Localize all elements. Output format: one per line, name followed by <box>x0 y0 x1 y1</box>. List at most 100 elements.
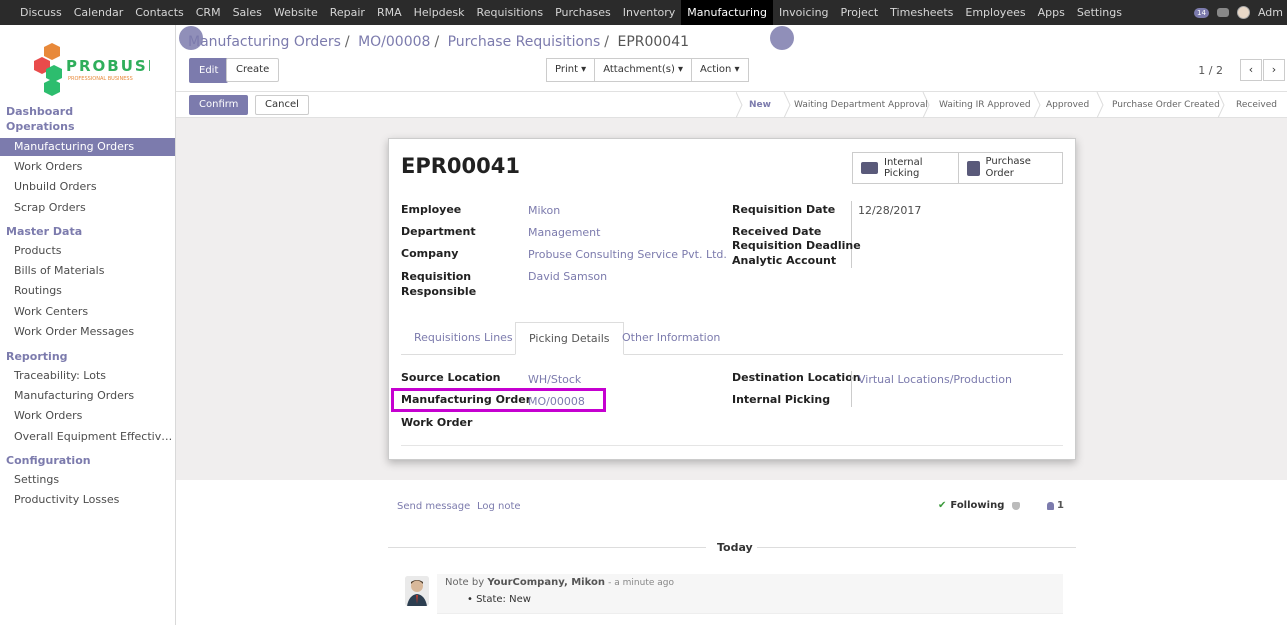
sidebar-item-manufacturing-orders[interactable]: Manufacturing Orders <box>0 138 175 156</box>
pager-previous-button[interactable]: ‹ <box>1240 59 1262 81</box>
sidebar-item-work-order-messages[interactable]: Work Order Messages <box>0 323 175 341</box>
department-label: Department <box>401 225 476 238</box>
pager-next-button[interactable]: › <box>1263 59 1285 81</box>
sidebar-item-unbuild-orders[interactable]: Unbuild Orders <box>0 178 175 196</box>
print-dropdown[interactable]: Print ▾ <box>546 58 596 82</box>
employee-label: Employee <box>401 203 462 216</box>
menu-discuss[interactable]: Discuss <box>14 0 68 25</box>
sidebar-item-routings[interactable]: Routings <box>0 282 175 300</box>
cancel-button[interactable]: Cancel <box>255 95 309 115</box>
sidebar-item-work-orders[interactable]: Work Orders <box>0 158 175 176</box>
create-button[interactable]: Create <box>226 58 280 82</box>
purchase-order-button[interactable]: Purchase Order <box>957 153 1063 183</box>
bell-icon[interactable] <box>1012 501 1021 510</box>
breadcrumb: Manufacturing Orders / MO/00008/ Purchase… <box>188 34 690 50</box>
menu-settings[interactable]: Settings <box>1071 0 1128 25</box>
sidebar-item-work-centers[interactable]: Work Centers <box>0 303 175 321</box>
section-operations[interactable]: Operations <box>6 120 75 133</box>
menu-rma[interactable]: RMA <box>371 0 408 25</box>
menu-invoicing[interactable]: Invoicing <box>773 0 835 25</box>
chatter-message: Note by YourCompany, Mikon - a minute ag… <box>437 574 1063 614</box>
breadcrumb-manufacturing-orders[interactable]: Manufacturing Orders <box>188 34 341 50</box>
section-configuration[interactable]: Configuration <box>6 454 91 467</box>
menu-apps[interactable]: Apps <box>1032 0 1071 25</box>
sidebar-item-traceability-lots[interactable]: Traceability: Lots <box>0 367 175 385</box>
breadcrumb-purchase-requisitions[interactable]: Purchase Requisitions <box>448 34 601 50</box>
internal-picking-button[interactable]: Internal Picking <box>853 153 958 183</box>
message-author[interactable]: YourCompany, Mikon <box>487 577 605 588</box>
user-avatar[interactable] <box>1236 6 1250 19</box>
action-dropdown[interactable]: Action ▾ <box>691 58 749 82</box>
menu-purchases[interactable]: Purchases <box>549 0 617 25</box>
stage-purchase-order-created[interactable]: Purchase Order Created <box>1112 92 1220 118</box>
stage-approved[interactable]: Approved <box>1046 92 1089 118</box>
menu-website[interactable]: Website <box>268 0 324 25</box>
confirm-button[interactable]: Confirm <box>189 95 249 115</box>
book-icon <box>966 160 980 176</box>
sidebar-item-bills-of-materials[interactable]: Bills of Materials <box>0 262 175 280</box>
tab-other-information[interactable]: Other Information <box>609 322 733 355</box>
user-name[interactable]: Adm <box>1258 6 1283 19</box>
pager-value[interactable]: 1 / 2 <box>1198 64 1223 77</box>
message-header: Note by YourCompany, Mikon - a minute ag… <box>445 577 674 588</box>
cursor-marker <box>179 26 203 50</box>
sidebar-item-scrap-orders[interactable]: Scrap Orders <box>0 199 175 217</box>
company-field[interactable]: Probuse Consulting Service Pvt. Ltd. <box>528 248 727 261</box>
following-button[interactable]: ✔ Following <box>938 500 1021 511</box>
cursor-marker <box>770 26 794 50</box>
followers-button[interactable]: 1 <box>1047 500 1064 511</box>
department-field[interactable]: Management <box>528 226 600 239</box>
truck-icon <box>861 162 878 174</box>
chat-icon[interactable] <box>1216 8 1229 17</box>
attachments-dropdown[interactable]: Attachment(s) ▾ <box>594 58 693 82</box>
stage-new[interactable]: New <box>749 92 771 118</box>
responsible-field[interactable]: David Samson <box>528 270 607 283</box>
message-author-avatar[interactable] <box>405 576 429 606</box>
destination-location-field[interactable]: Virtual Locations/Production <box>858 373 1012 386</box>
source-location-field[interactable]: WH/Stock <box>528 373 581 386</box>
menu-calendar[interactable]: Calendar <box>68 0 129 25</box>
stage-waiting-department-approval[interactable]: Waiting Department Approval <box>794 92 928 118</box>
sidebar-item-productivity-losses[interactable]: Productivity Losses <box>0 491 175 509</box>
send-message-button[interactable]: Send message <box>397 501 470 512</box>
tab-requisitions-lines[interactable]: Requisitions Lines <box>401 322 526 355</box>
status-bar: Confirm Cancel New Waiting Department Ap… <box>176 92 1287 118</box>
top-navbar: Discuss Calendar Contacts CRM Sales Website Re… <box>0 0 1287 25</box>
source-location-label: Source Location <box>401 371 501 384</box>
sidebar-item-settings[interactable]: Settings <box>0 471 175 489</box>
sidebar-item-overall-equipment-effectiv[interactable]: Overall Equipment Effectiv… <box>0 428 175 446</box>
stage-waiting-ir-approved[interactable]: Waiting IR Approved <box>939 92 1031 118</box>
company-logo: PROBUSE PROFESSIONAL BUSINESS <box>30 35 158 97</box>
sidebar-item-products[interactable]: Products <box>0 242 175 260</box>
menu-employees[interactable]: Employees <box>959 0 1031 25</box>
menu-contacts[interactable]: Contacts <box>129 0 190 25</box>
menu-repair[interactable]: Repair <box>324 0 371 25</box>
section-dashboard[interactable]: Dashboard <box>6 105 73 118</box>
edit-button[interactable]: Edit <box>189 58 229 83</box>
employee-field[interactable]: Mikon <box>528 204 560 217</box>
control-panel: Manufacturing Orders / MO/00008/ Purchase… <box>176 25 1287 92</box>
tab-picking-details[interactable]: Picking Details <box>515 322 624 355</box>
notebook-tabs: Requisitions Lines Picking Details Other… <box>401 322 1063 355</box>
logo-subtext: PROFESSIONAL BUSINESS <box>68 76 133 82</box>
chevron-left-icon: ‹ <box>1248 63 1254 76</box>
message-count-badge[interactable]: 14 <box>1194 7 1209 18</box>
menu-manufacturing[interactable]: Manufacturing <box>681 0 773 25</box>
message-time: - a minute ago <box>608 578 674 588</box>
requisition-date-field[interactable]: 12/28/2017 <box>858 204 921 217</box>
sidebar-item-manufacturing-orders[interactable]: Manufacturing Orders <box>0 387 175 405</box>
sidebar-item-work-orders[interactable]: Work Orders <box>0 407 175 425</box>
breadcrumb-mo[interactable]: MO/00008 <box>358 34 430 50</box>
menu-crm[interactable]: CRM <box>190 0 227 25</box>
log-note-button[interactable]: Log note <box>477 501 521 512</box>
deadline-label: Requisition Deadline <box>732 239 861 252</box>
stage-received[interactable]: Received <box>1236 92 1277 118</box>
menu-helpdesk[interactable]: Helpdesk <box>408 0 471 25</box>
menu-timesheets[interactable]: Timesheets <box>884 0 959 25</box>
section-master-data[interactable]: Master Data <box>6 225 82 238</box>
menu-project[interactable]: Project <box>835 0 885 25</box>
menu-sales[interactable]: Sales <box>227 0 268 25</box>
menu-inventory[interactable]: Inventory <box>617 0 682 25</box>
section-reporting[interactable]: Reporting <box>6 350 68 363</box>
menu-requisitions[interactable]: Requisitions <box>471 0 550 25</box>
